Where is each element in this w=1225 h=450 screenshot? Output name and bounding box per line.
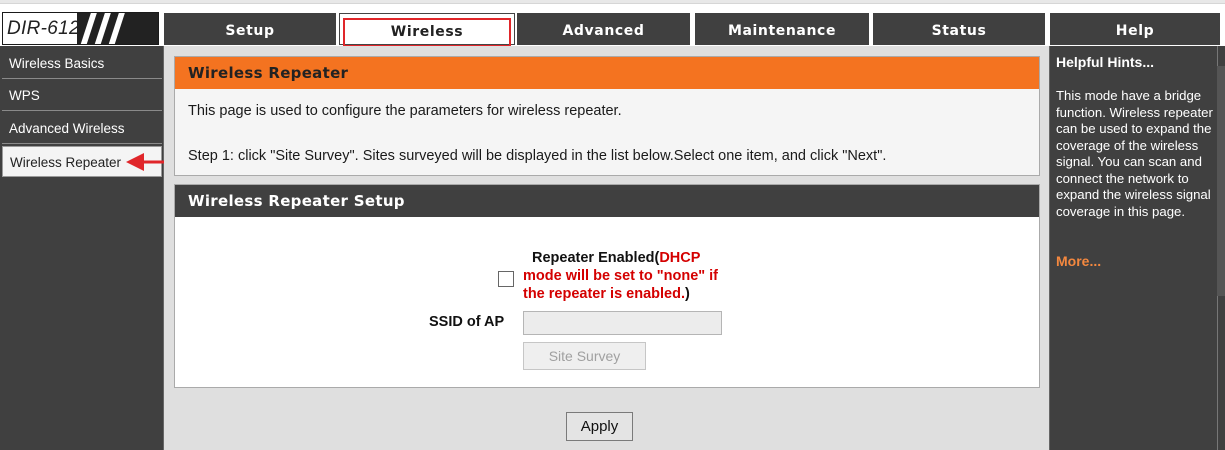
sidebar-item-wireless-basics[interactable]: Wireless Basics xyxy=(2,48,162,79)
repeater-warning-line-3: the repeater is enabled.) xyxy=(523,286,690,302)
hints-title: Helpful Hints... xyxy=(1056,54,1154,70)
scrollbar-thumb[interactable] xyxy=(1217,66,1225,296)
setup-title: Wireless Repeater Setup xyxy=(175,185,1039,217)
repeater-enabled-label: Repeater Enabled(DHCP xyxy=(532,250,701,266)
hints-scrollbar[interactable] xyxy=(1217,46,1225,450)
repeater-setup-panel: Wireless Repeater Setup Repeater Enabled… xyxy=(174,184,1040,388)
repeater-enabled-checkbox[interactable] xyxy=(498,271,514,287)
tab-advanced[interactable]: Advanced xyxy=(517,13,690,45)
sidebar-item-wps[interactable]: WPS xyxy=(2,80,162,111)
tab-setup[interactable]: Setup xyxy=(164,13,336,45)
apply-button[interactable]: Apply xyxy=(566,412,633,441)
router-logo: DIR-612 xyxy=(2,12,159,45)
sidebar: Wireless Basics WPS Advanced Wireless Wi… xyxy=(0,46,164,450)
tab-maintenance[interactable]: Maintenance xyxy=(695,13,869,45)
sidebar-item-advanced-wireless[interactable]: Advanced Wireless xyxy=(2,113,162,144)
intro-title: Wireless Repeater xyxy=(175,57,1039,89)
repeater-warning-line-2: mode will be set to "none" if xyxy=(523,268,719,284)
tab-help[interactable]: Help xyxy=(1050,13,1220,45)
site-survey-button[interactable]: Site Survey xyxy=(523,342,646,370)
ssid-label: SSID of AP xyxy=(429,314,505,330)
helpful-hints-panel: Helpful Hints... This mode have a bridge… xyxy=(1049,46,1225,450)
intro-panel: Wireless Repeater This page is used to c… xyxy=(174,56,1040,176)
main-content: Wireless Repeater This page is used to c… xyxy=(164,46,1049,450)
ssid-input[interactable] xyxy=(523,311,722,335)
hints-more-link[interactable]: More... xyxy=(1056,253,1101,269)
tab-status[interactable]: Status xyxy=(873,13,1045,45)
intro-description: This page is used to configure the param… xyxy=(188,103,622,119)
logo-stripes-icon xyxy=(77,13,158,44)
model-name: DIR-612 xyxy=(7,18,80,39)
top-strip xyxy=(0,0,1225,4)
hints-text: This mode have a bridge function. Wirele… xyxy=(1056,88,1213,219)
tab-wireless[interactable]: Wireless xyxy=(339,13,515,47)
intro-step-1: Step 1: click "Site Survey". Sites surve… xyxy=(188,148,887,164)
